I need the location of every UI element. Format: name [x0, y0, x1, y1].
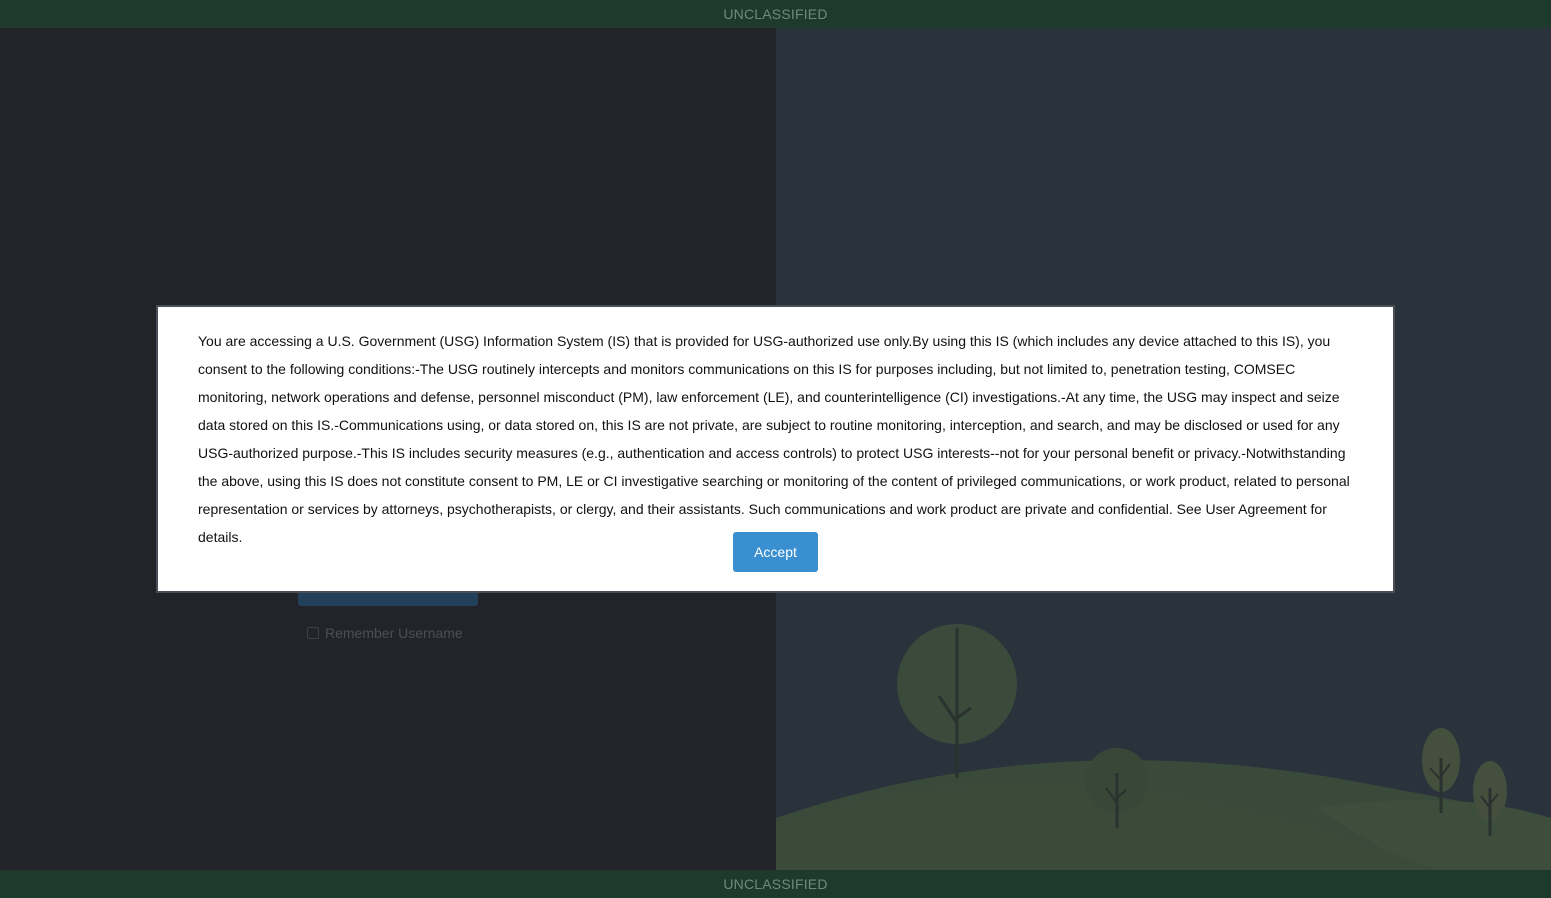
consent-dialog: You are accessing a U.S. Government (USG…: [156, 305, 1395, 593]
accept-button[interactable]: Accept: [733, 532, 818, 572]
remember-username[interactable]: Remember Username: [307, 625, 463, 641]
consent-text: You are accessing a U.S. Government (USG…: [198, 333, 1350, 545]
remember-username-checkbox[interactable]: [307, 627, 319, 639]
classification-banner-bottom: UNCLASSIFIED: [0, 870, 1551, 898]
remember-username-label: Remember Username: [325, 625, 463, 641]
classification-banner-top: UNCLASSIFIED: [0, 0, 1551, 28]
